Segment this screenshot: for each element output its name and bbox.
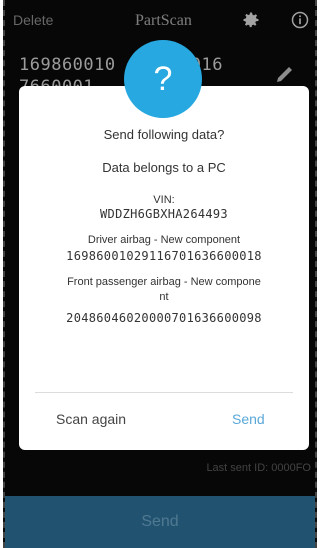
passenger-airbag-label: Front passenger airbag - New compone (67, 276, 261, 288)
dialog-question: Send following data? (103, 127, 225, 142)
question-glyph: ? (153, 59, 173, 98)
vin-label: VIN: (153, 194, 175, 206)
vin-value: WDDZH6GBXHA264493 (100, 207, 228, 221)
dialog-layer: ? Send following data? Data belongs to a… (0, 0, 321, 548)
question-icon: ? (124, 40, 202, 118)
dialog-divider (35, 392, 293, 393)
driver-airbag-value: 1698600102911670163660001​8 (66, 249, 262, 263)
passenger-airbag-value: 20486046020000701636600098 (66, 311, 262, 325)
dialog-belongs: Data belongs to a PC (102, 160, 226, 175)
driver-airbag-label: Driver airbag - New component (87, 234, 241, 246)
send-button[interactable]: Send (232, 411, 265, 427)
passenger-airbag-label-cont: nt (159, 291, 169, 303)
scan-again-button[interactable]: Scan again (56, 411, 126, 427)
